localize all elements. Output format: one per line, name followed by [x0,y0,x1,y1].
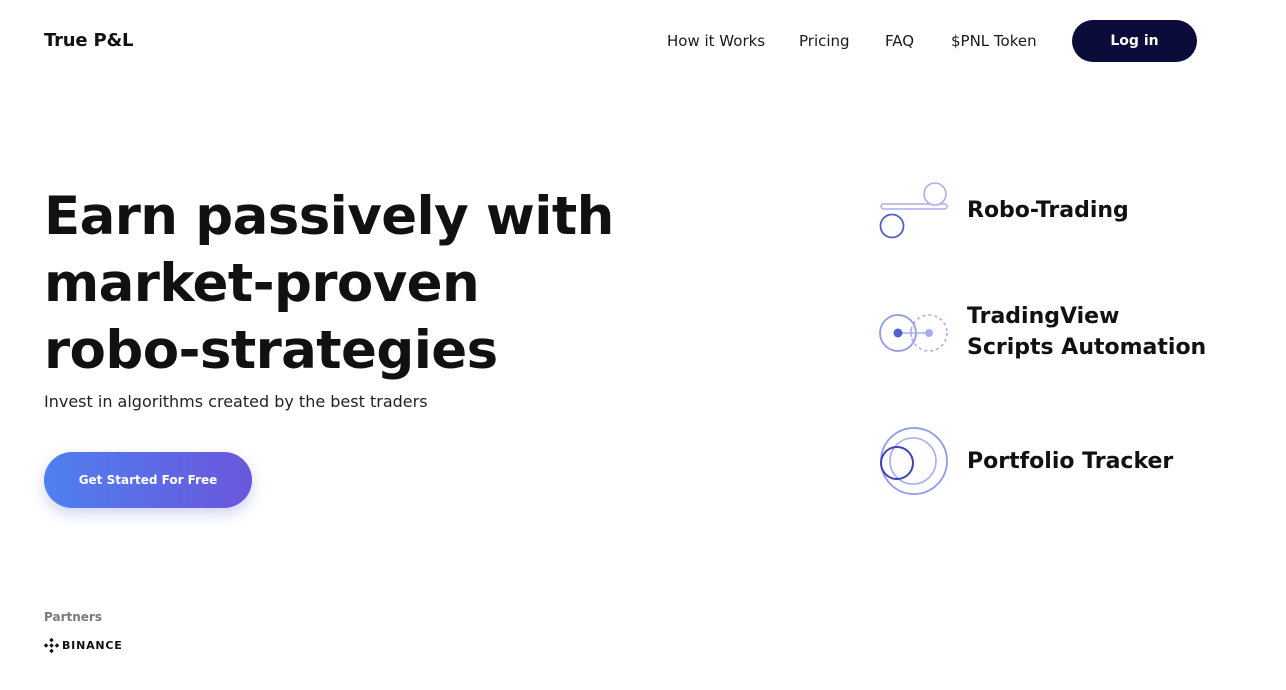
hero-title: Earn passively with market-proven robo-s… [44,186,614,381]
get-started-button[interactable]: Get Started For Free [44,452,252,508]
nav-faq[interactable]: FAQ [885,32,914,50]
portfolio-tracker-icon [880,427,948,495]
nav-pricing[interactable]: Pricing [799,32,850,50]
nav-pnl-token[interactable]: $PNL Token [951,32,1037,50]
logo[interactable]: True P&L [44,30,133,51]
feature-label-portfolio-tracker: Portfolio Tracker [967,448,1174,474]
robo-trading-icon [879,182,948,239]
feature-tradingview-automation: TradingView Scripts Automation [878,296,1207,368]
partners-label: Partners [44,610,102,624]
feature-label-tradingview-automation: TradingView Scripts Automation [967,304,1207,360]
hero-subtitle: Invest in algorithms created by the best… [44,392,428,411]
login-button[interactable]: Log in [1072,20,1197,62]
feature-label-robo-trading: Robo-Trading [967,197,1129,223]
nav-how-it-works[interactable]: How it Works [667,32,765,50]
binance-logo-icon [44,638,59,653]
feature-portfolio-tracker: Portfolio Tracker [878,425,1207,497]
feature-robo-trading: Robo-Trading [878,174,1207,246]
binance-name: BINANCE [62,639,123,652]
binance-partner-logo[interactable]: BINANCE [44,638,123,653]
tradingview-automation-icon [879,314,948,352]
